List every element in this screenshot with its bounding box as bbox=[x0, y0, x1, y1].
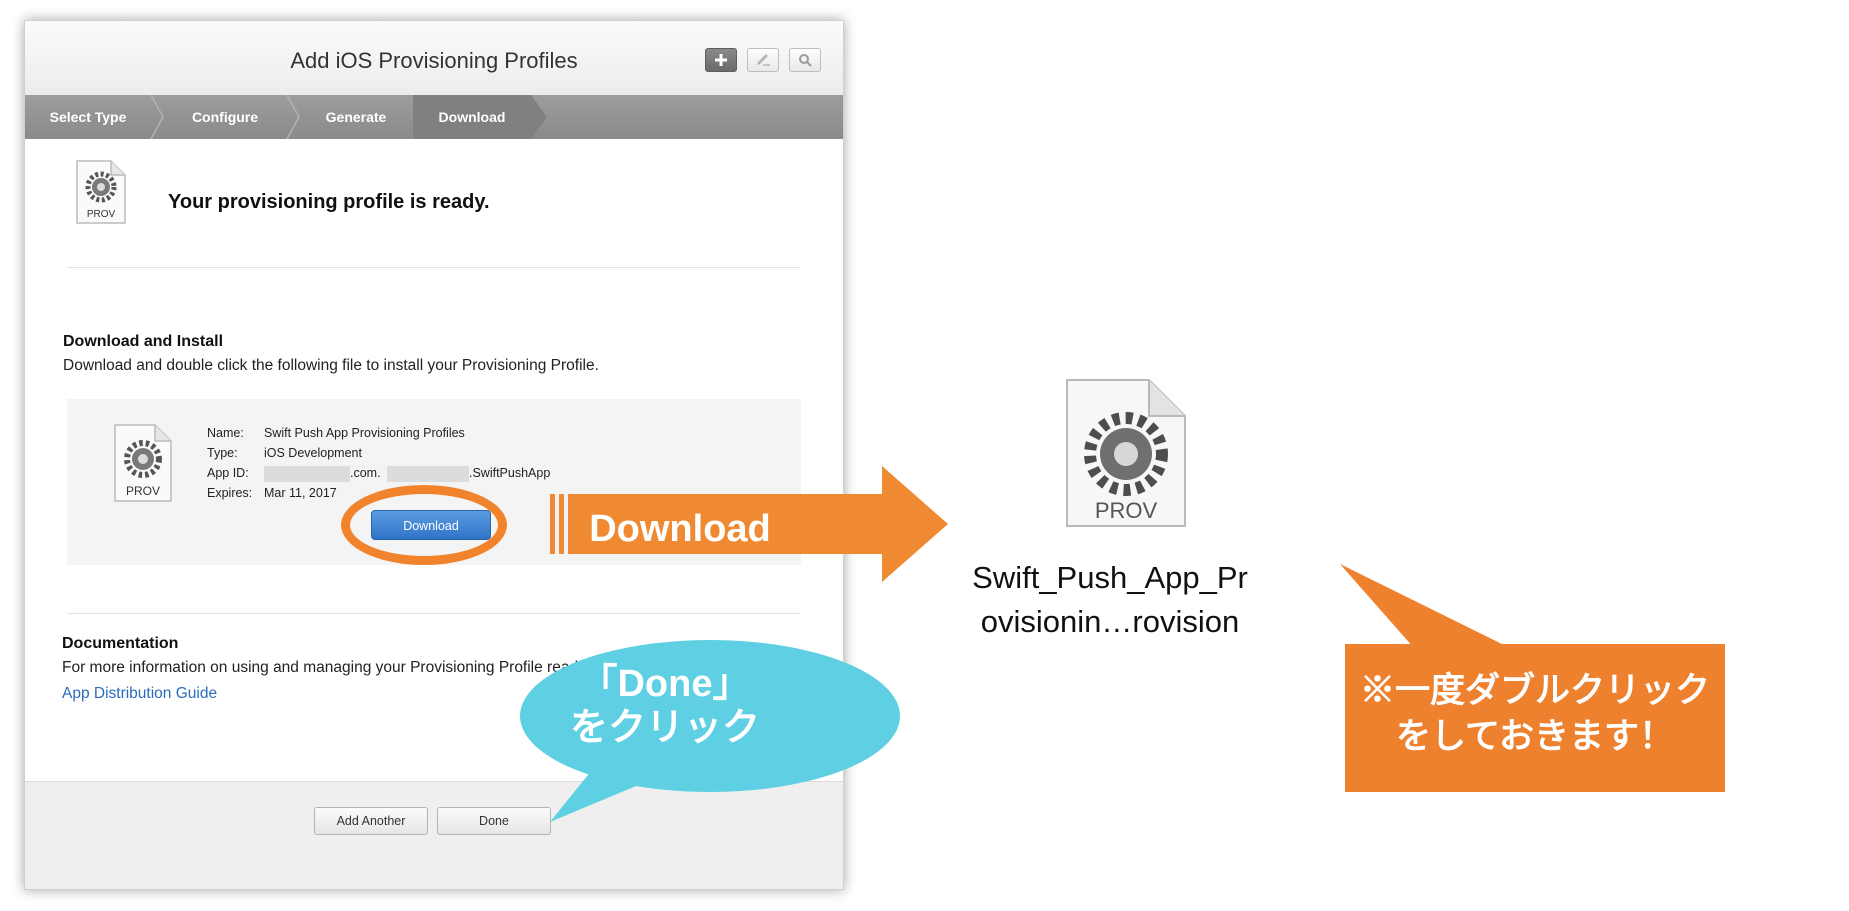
bubble-line-1: 「Done」 bbox=[579, 663, 751, 705]
redacted-org bbox=[387, 466, 469, 482]
documentation-description: For more information on using and managi… bbox=[62, 659, 583, 676]
plus-icon bbox=[715, 54, 727, 66]
large-prov-file-icon[interactable]: PROV bbox=[1063, 376, 1189, 530]
title-bar: Add iOS Provisioning Profiles bbox=[25, 21, 843, 96]
expires-label: Expires: bbox=[207, 486, 253, 500]
add-another-button[interactable]: Add Another bbox=[314, 807, 428, 835]
callout-text: ※一度ダブルクリック をしておきます！ bbox=[1345, 668, 1725, 760]
appid-bundle: .SwiftPushApp bbox=[469, 466, 551, 480]
step-active-tip bbox=[531, 95, 547, 139]
divider bbox=[67, 613, 801, 614]
step-download: Download bbox=[413, 95, 531, 139]
profile-name: Swift Push App Provisioning Profiles bbox=[264, 426, 465, 440]
highlight-circle bbox=[341, 485, 507, 565]
callout-line-2: をしておきます！ bbox=[1396, 717, 1674, 756]
name-label: Name: bbox=[207, 426, 244, 440]
type-label: Type: bbox=[207, 446, 238, 460]
profile-type: iOS Development bbox=[264, 446, 362, 460]
divider bbox=[67, 267, 801, 268]
profile-file-icon: PROV bbox=[114, 424, 172, 502]
bubble-line-2: をクリック bbox=[569, 707, 760, 749]
file-name-line-1: Swift_Push_App_Pr bbox=[972, 560, 1248, 595]
search-icon bbox=[799, 54, 812, 67]
callout-pointer bbox=[1340, 564, 1510, 648]
edit-button[interactable] bbox=[747, 48, 779, 72]
redacted-team-id bbox=[264, 466, 350, 482]
profile-expires: Mar 11, 2017 bbox=[264, 486, 337, 500]
prov-file-icon: PROV bbox=[76, 160, 126, 224]
step-separator bbox=[286, 95, 300, 139]
step-select-type: Select Type bbox=[49, 109, 127, 125]
profile-icon-label: PROV bbox=[126, 484, 160, 498]
step-separator bbox=[150, 95, 164, 139]
arrow-label: Download bbox=[589, 508, 771, 550]
appid-domain: .com. bbox=[350, 466, 381, 480]
download-install-description: Download and double click the following … bbox=[63, 357, 599, 374]
documentation-title: Documentation bbox=[62, 635, 179, 652]
bubble-text: 「Done」 をクリック bbox=[520, 662, 810, 750]
step-generate: Generate bbox=[325, 109, 387, 125]
app-distribution-guide-link[interactable]: App Distribution Guide bbox=[62, 685, 217, 703]
add-button[interactable] bbox=[705, 48, 737, 72]
callout-line-1: ※一度ダブルクリック bbox=[1359, 671, 1710, 710]
appid-label: App ID: bbox=[207, 466, 249, 480]
ready-heading: Your provisioning profile is ready. bbox=[168, 191, 490, 213]
large-prov-icon-label: PROV bbox=[1095, 498, 1158, 523]
file-name: Swift_Push_App_Pr ovisionin…rovision bbox=[950, 556, 1270, 644]
step-configure: Configure bbox=[191, 109, 259, 125]
file-name-line-2: ovisionin…rovision bbox=[980, 604, 1240, 639]
search-button[interactable] bbox=[789, 48, 821, 72]
prov-icon-label: PROV bbox=[87, 209, 116, 220]
step-bar: Select Type Configure Generate Download bbox=[25, 95, 843, 139]
pencil-icon bbox=[757, 54, 770, 66]
download-install-title: Download and Install bbox=[63, 333, 224, 350]
